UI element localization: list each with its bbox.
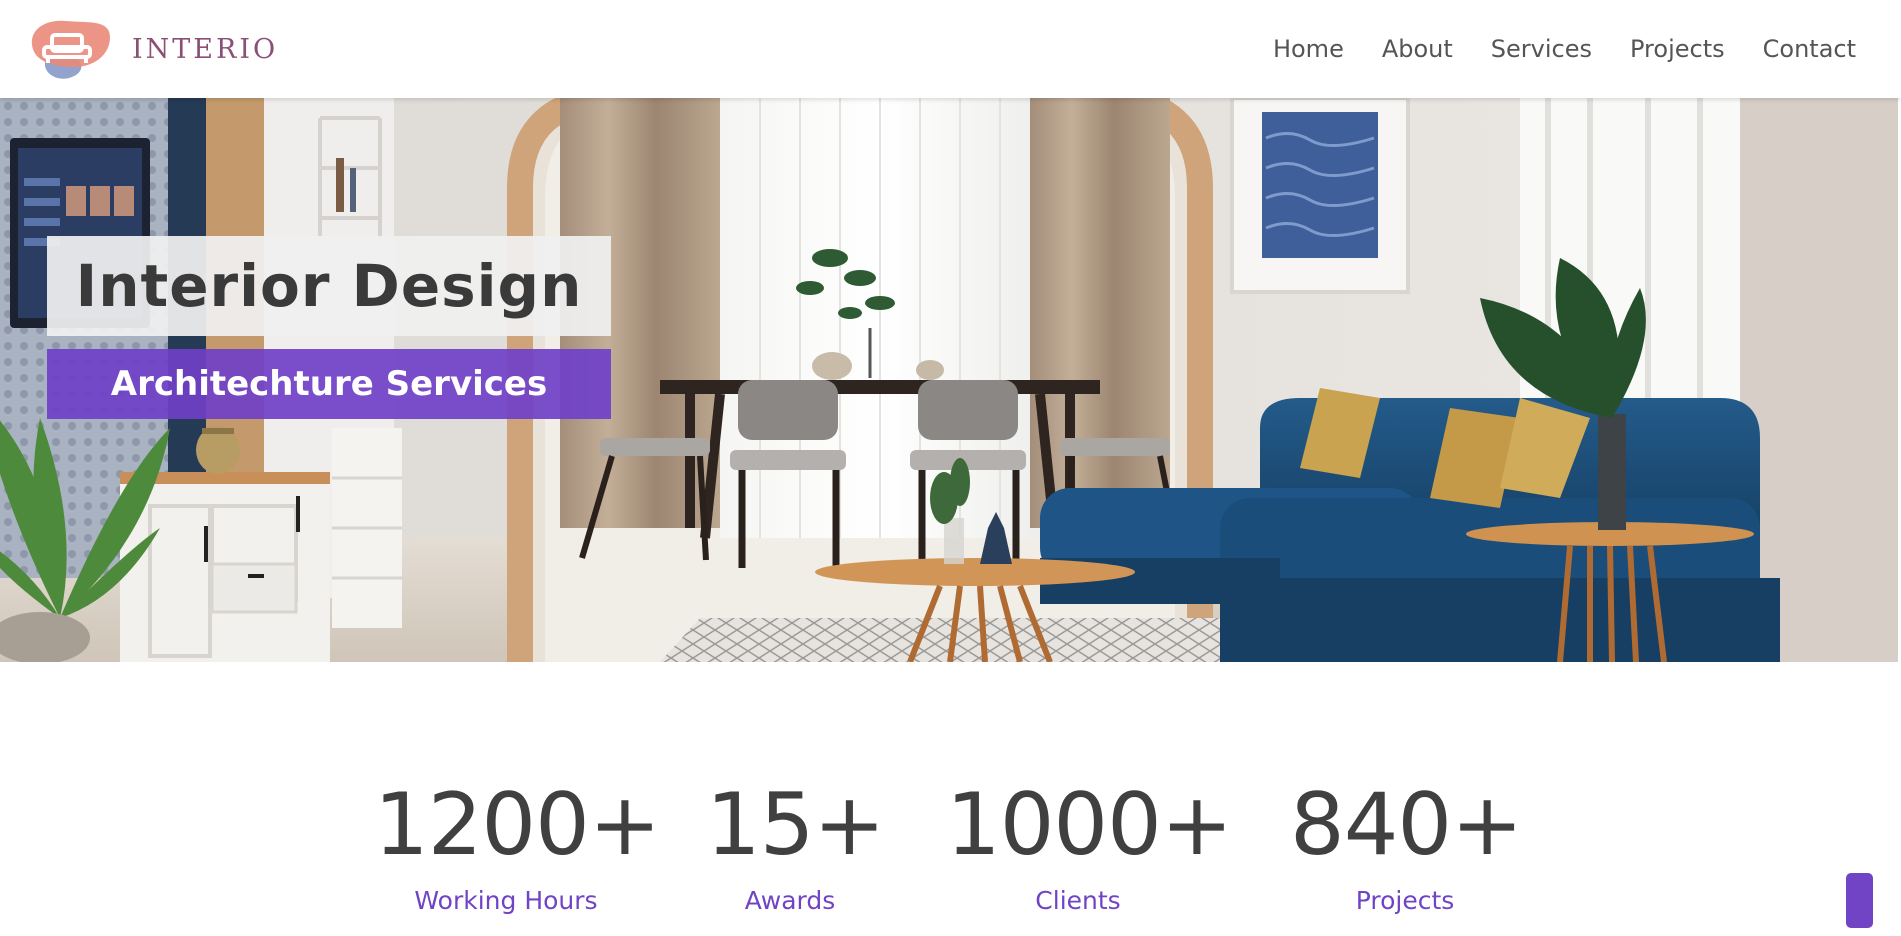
hero-subtitle: Architechture Services — [110, 364, 548, 404]
stat-label: Clients — [1035, 886, 1121, 915]
nav-about[interactable]: About — [1382, 35, 1453, 63]
nav-services[interactable]: Services — [1491, 35, 1592, 63]
hero-title: Interior Design — [75, 252, 583, 320]
hero-banner: Interior Design Architechture Services — [0, 98, 1898, 662]
stat-projects: 840+ Projects — [1290, 775, 1523, 915]
stat-value: 15+ — [706, 775, 886, 875]
nav-home[interactable]: Home — [1273, 35, 1344, 63]
brand-name: INTERIO — [132, 33, 279, 65]
stat-label: Working Hours — [414, 886, 598, 915]
hero-subtitle-box: Architechture Services — [47, 349, 611, 419]
stat-working-hours: 1200+ Working Hours — [374, 775, 661, 915]
brand-logo-link[interactable]: INTERIO — [26, 15, 278, 83]
back-to-top-button[interactable] — [1846, 873, 1873, 928]
nav-projects[interactable]: Projects — [1630, 35, 1725, 63]
stat-label: Awards — [744, 886, 836, 915]
nav-contact[interactable]: Contact — [1763, 35, 1856, 63]
main-nav: Home About Services Projects Contact — [1235, 35, 1856, 63]
stat-value: 1000+ — [946, 775, 1233, 875]
stat-clients: 1000+ Clients — [946, 775, 1233, 915]
stat-label: Projects — [1355, 886, 1455, 915]
hero-title-box: Interior Design — [47, 236, 611, 336]
stat-value: 840+ — [1290, 775, 1523, 875]
site-header: INTERIO Home About Services Projects Con… — [0, 0, 1901, 98]
stat-awards: 15+ Awards — [706, 775, 886, 915]
sofa-logo-icon — [31, 20, 110, 79]
stat-value: 1200+ — [374, 775, 661, 875]
